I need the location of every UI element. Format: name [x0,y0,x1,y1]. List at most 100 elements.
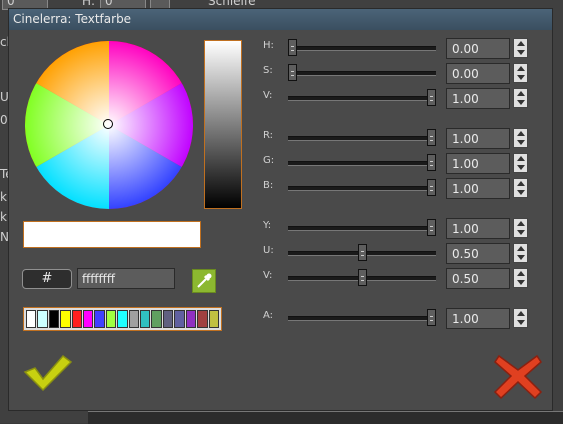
palette-swatch[interactable] [105,310,117,328]
parent-field-b-label: H: [82,0,96,8]
slider-track[interactable] [288,96,436,101]
parent-loop-label: Schleife [208,0,256,8]
hex-hash-button[interactable]: # [22,269,72,289]
palette-swatch[interactable] [94,310,105,328]
spin-down-icon[interactable] [517,190,525,195]
palette-swatch[interactable] [185,310,197,328]
spin-up-icon[interactable] [517,246,525,251]
spin-button[interactable] [513,153,528,173]
slider-thumb[interactable] [288,39,297,56]
palette-swatch[interactable] [128,310,140,328]
palette-swatch[interactable] [208,310,219,328]
spin-button[interactable] [513,88,528,108]
slider-thumb[interactable] [427,179,436,196]
spin-button[interactable] [513,268,528,288]
spin-up-icon[interactable] [517,91,525,96]
slider-track[interactable] [288,186,436,191]
spin-button[interactable] [513,308,528,328]
palette-swatch[interactable] [151,310,162,328]
spin-up-icon[interactable] [517,156,525,161]
value-bar[interactable] [204,40,242,209]
slider-thumb[interactable] [288,64,297,81]
slider-value-input[interactable]: 1.00 [446,128,510,149]
palette-swatch[interactable] [140,310,151,328]
palette-swatch[interactable] [60,310,71,328]
spin-button[interactable] [513,218,528,238]
slider-thumb[interactable] [427,89,436,106]
slider-value-input[interactable]: 0.50 [446,268,510,289]
slider-track[interactable] [288,46,436,51]
spin-down-icon[interactable] [517,280,525,285]
cancel-button[interactable] [493,352,543,400]
slider-thumb[interactable] [427,219,436,236]
slider-value-input[interactable]: 0.00 [446,38,510,59]
slider-track[interactable] [288,161,436,166]
palette-swatch[interactable] [117,310,128,328]
slider-label: U: [263,245,274,256]
color-preview [23,221,201,248]
slider-label: R: [263,130,274,141]
parent-fragment: 0 [0,113,8,127]
palette-swatch[interactable] [197,310,208,328]
spin-down-icon[interactable] [517,165,525,170]
slider-value-input[interactable]: 1.00 [446,88,510,109]
spin-down-icon[interactable] [517,140,525,145]
ok-button[interactable] [23,352,73,394]
slider-value-input[interactable]: 1.00 [446,218,510,239]
slider-track[interactable] [288,316,436,321]
slider-track[interactable] [288,71,436,76]
spin-down-icon[interactable] [517,75,525,80]
slider-thumb[interactable] [357,244,367,261]
parent-field-a-value: 0 [7,0,15,8]
slider-thumb[interactable] [427,129,436,146]
cross-icon [493,354,543,400]
spin-button[interactable] [513,243,528,263]
slider-value-input[interactable]: 0.00 [446,63,510,84]
spin-up-icon[interactable] [517,221,525,226]
parent-field-b-value: 0 [105,0,113,8]
slider-value-input[interactable]: 1.00 [446,178,510,199]
slider-thumb[interactable] [357,269,367,286]
slider-value-input[interactable]: 1.00 [446,153,510,174]
spin-down-icon[interactable] [517,50,525,55]
spin-button[interactable] [513,38,528,58]
spin-button[interactable] [513,178,528,198]
spin-up-icon[interactable] [517,271,525,276]
slider-track[interactable] [288,136,436,141]
spin-down-icon[interactable] [517,320,525,325]
color-dialog: Cinelerra: Textfarbe # ffffffff H: 0.00 … [8,8,553,411]
slider-label: S: [263,65,273,76]
palette-swatch[interactable] [26,310,37,328]
palette-swatch[interactable] [174,310,185,328]
wheel-selection-marker[interactable] [103,119,113,129]
eyedropper-icon[interactable] [192,269,216,293]
spin-up-icon[interactable] [517,181,525,186]
slider-label: V: [263,90,273,101]
palette-swatch[interactable] [71,310,83,328]
palette-swatch[interactable] [162,310,174,328]
slider-track[interactable] [288,226,436,231]
hex-value-input[interactable]: ffffffff [77,268,175,289]
spin-button[interactable] [513,128,528,148]
slider-label: G: [263,155,275,166]
spin-up-icon[interactable] [517,311,525,316]
spin-button[interactable] [513,63,528,83]
slider-label: A: [263,310,274,321]
checkmark-icon [23,354,73,392]
spin-down-icon[interactable] [517,100,525,105]
slider-label: H: [263,40,274,51]
slider-value-input[interactable]: 0.50 [446,243,510,264]
slider-label: B: [263,180,274,191]
palette-swatch[interactable] [83,310,94,328]
slider-value-input[interactable]: 1.00 [446,308,510,329]
slider-thumb[interactable] [427,309,436,326]
spin-up-icon[interactable] [517,41,525,46]
spin-up-icon[interactable] [517,131,525,136]
spin-down-icon[interactable] [517,230,525,235]
slider-label: Y: [263,220,272,231]
spin-up-icon[interactable] [517,66,525,71]
palette-swatch[interactable] [37,310,48,328]
slider-thumb[interactable] [427,154,436,171]
palette-swatch[interactable] [48,310,60,328]
spin-down-icon[interactable] [517,255,525,260]
